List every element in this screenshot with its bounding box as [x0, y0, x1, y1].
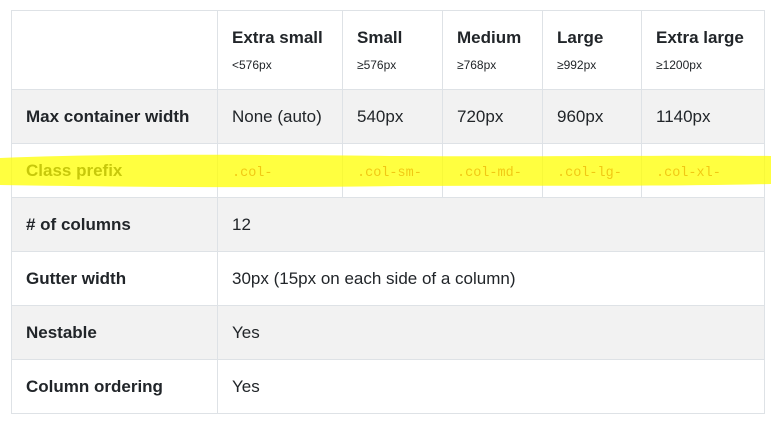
row-nestable: Nestable Yes — [11, 305, 765, 360]
grid-options-table: Extra small <576px Small ≥576px Medium ≥… — [11, 10, 765, 414]
cell-value: 540px — [342, 89, 443, 144]
row-label: Nestable — [11, 305, 218, 360]
header-label: Extra large — [656, 28, 744, 47]
header-medium: Medium ≥768px — [442, 10, 543, 90]
row-column-ordering: Column ordering Yes — [11, 359, 765, 414]
row-gutter-width: Gutter width 30px (15px on each side of … — [11, 251, 765, 306]
class-prefix-code: .col- — [232, 165, 273, 181]
header-label: Large — [557, 28, 604, 47]
header-row: Extra small <576px Small ≥576px Medium ≥… — [11, 10, 765, 90]
header-label: Medium — [457, 28, 522, 47]
cell-value: .col- — [217, 143, 343, 198]
cell-value: .col-lg- — [542, 143, 642, 198]
row-label: Gutter width — [11, 251, 218, 306]
cell-value: 30px (15px on each side of a column) — [217, 251, 765, 306]
breakpoint-label: ≥576px — [357, 58, 397, 72]
cell-value: 720px — [442, 89, 543, 144]
class-prefix-code: .col-xl- — [656, 165, 721, 181]
cell-value: .col-sm- — [342, 143, 443, 198]
class-prefix-code: .col-sm- — [357, 165, 422, 181]
header-large: Large ≥992px — [542, 10, 642, 90]
cell-value: 1140px — [641, 89, 765, 144]
row-class-prefix: Class prefix .col- .col-sm- .col-md- .co… — [11, 143, 765, 198]
header-small: Small ≥576px — [342, 10, 443, 90]
cell-value: Yes — [217, 305, 765, 360]
class-prefix-code: .col-lg- — [557, 165, 622, 181]
cell-value: 12 — [217, 197, 765, 252]
header-extra-large: Extra large ≥1200px — [641, 10, 765, 90]
breakpoint-label: <576px — [232, 58, 272, 72]
row-label: # of columns — [11, 197, 218, 252]
cell-value: .col-md- — [442, 143, 543, 198]
row-label: Class prefix — [11, 143, 218, 198]
header-label: Extra small — [232, 28, 323, 47]
row-label: Max container width — [11, 89, 218, 144]
cell-value: 960px — [542, 89, 642, 144]
breakpoint-label: ≥1200px — [656, 58, 702, 72]
cell-value: None (auto) — [217, 89, 343, 144]
row-label: Column ordering — [11, 359, 218, 414]
breakpoint-label: ≥992px — [557, 58, 597, 72]
header-label: Small — [357, 28, 403, 47]
cell-value: Yes — [217, 359, 765, 414]
row-max-container-width: Max container width None (auto) 540px 72… — [11, 89, 765, 144]
row-number-of-columns: # of columns 12 — [11, 197, 765, 252]
header-extra-small: Extra small <576px — [217, 10, 343, 90]
cell-value: .col-xl- — [641, 143, 765, 198]
breakpoint-label: ≥768px — [457, 58, 497, 72]
header-empty-cell — [11, 10, 218, 90]
class-prefix-code: .col-md- — [457, 165, 522, 181]
